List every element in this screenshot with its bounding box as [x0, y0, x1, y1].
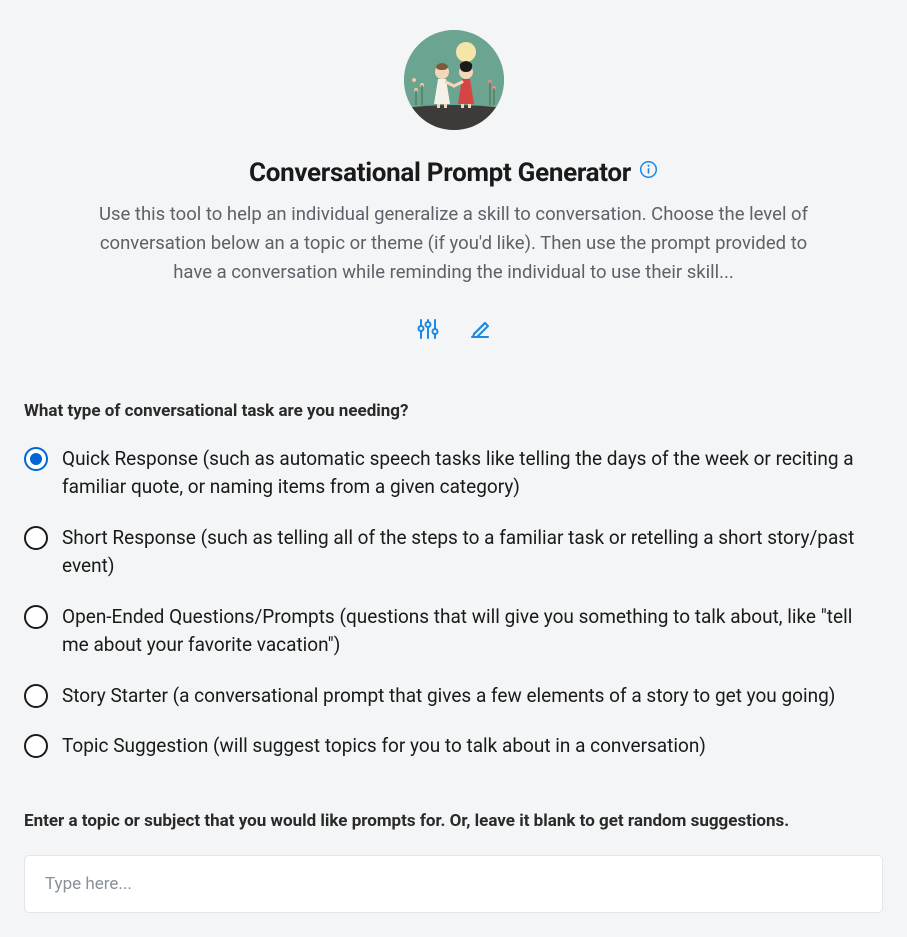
radio-option-open-ended[interactable]: Open-Ended Questions/Prompts (questions … — [24, 603, 883, 660]
edit-icon[interactable] — [468, 317, 492, 341]
radio-circle — [24, 447, 48, 471]
radio-option-topic-suggestion[interactable]: Topic Suggestion (will suggest topics fo… — [24, 732, 883, 761]
radio-option-story-starter[interactable]: Story Starter (a conversational prompt t… — [24, 682, 883, 711]
radio-option-quick-response[interactable]: Quick Response (such as automatic speech… — [24, 445, 883, 502]
radio-label: Story Starter (a conversational prompt t… — [62, 682, 835, 711]
topic-input[interactable] — [24, 855, 883, 913]
radio-label: Quick Response (such as automatic speech… — [62, 445, 883, 502]
radio-label: Topic Suggestion (will suggest topics fo… — [62, 732, 706, 761]
question-label: Enter a topic or subject that you would … — [24, 811, 883, 831]
question-label: What type of conversational task are you… — [24, 401, 883, 421]
page-description: Use this tool to help an individual gene… — [79, 200, 829, 287]
action-icons — [416, 317, 492, 341]
radio-circle — [24, 734, 48, 758]
page-title: Conversational Prompt Generator — [249, 158, 631, 188]
radio-group-task-type: Quick Response (such as automatic speech… — [24, 445, 883, 761]
title-row: Conversational Prompt Generator — [249, 158, 658, 188]
radio-label: Open-Ended Questions/Prompts (questions … — [62, 603, 883, 660]
avatar — [404, 30, 504, 130]
avatar-illustration — [404, 30, 504, 130]
radio-option-short-response[interactable]: Short Response (such as telling all of t… — [24, 524, 883, 581]
info-icon[interactable] — [639, 160, 658, 179]
header-section: Conversational Prompt Generator Use this… — [24, 30, 883, 341]
radio-label: Short Response (such as telling all of t… — [62, 524, 883, 581]
question-topic: Enter a topic or subject that you would … — [24, 811, 883, 913]
radio-circle — [24, 605, 48, 629]
settings-icon[interactable] — [416, 317, 440, 341]
question-task-type: What type of conversational task are you… — [24, 401, 883, 761]
radio-circle — [24, 684, 48, 708]
radio-circle — [24, 526, 48, 550]
